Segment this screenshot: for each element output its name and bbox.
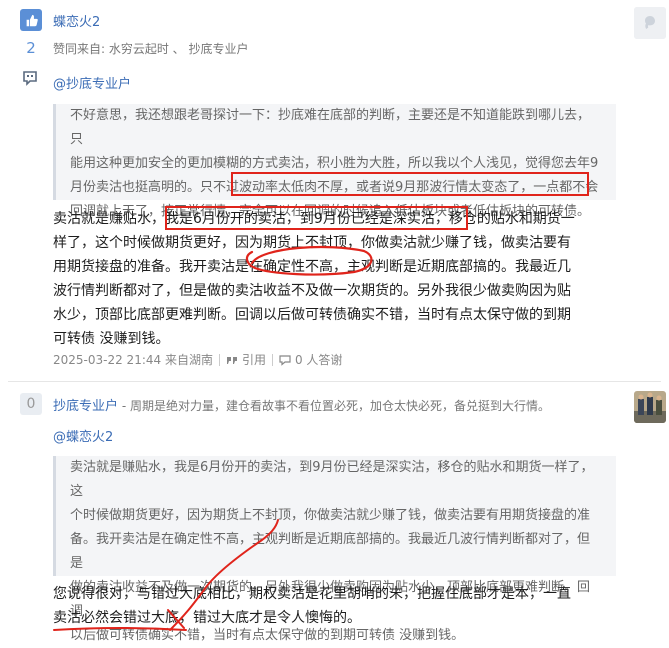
quote-icon (226, 356, 237, 364)
body-line: 您说得很对，与错过大底相比，期权卖沽是花里胡哨的末，把握住底部才是本，一直 (53, 586, 571, 602)
quote-line: 备。我开卖沽是在确定性不高，主观判断是近期底部搞的。我最近几波行情判断都对了，但… (70, 532, 591, 571)
post-body: 您说得很对，与错过大底相比，期权卖沽是花里胡哨的末，把握住底部才是本，一直 卖沽… (53, 582, 633, 630)
thanks-count: 0 人答谢 (294, 353, 343, 367)
quote-line: 卖沽就是赚贴水，我是6月份开的卖沽，到9月份已经是深实沽，移仓的贴水和期货一样了… (70, 460, 594, 499)
quoted-text: 卖沽就是赚贴水，我是6月份开的卖沽，到9月份已经是深实沽，移仓的贴水和期货一样了… (53, 456, 616, 643)
annotation-box (231, 172, 589, 196)
author-signature: - 周期是绝对力量，建仓看故事不看位置必死，加仓太快必死，备兑挺到大行情。 (118, 399, 550, 413)
body-line: 卖沽必然会错过大底，错过大底才是令人懊悔的。 (53, 610, 361, 626)
post-author[interactable]: 蝶恋火2 (53, 11, 100, 30)
body-line: 波行情判断都对了，但是做的卖沽收益不及做一次期货的。另外我很少做卖购因为贴 (53, 283, 571, 299)
upvote-button[interactable]: 0 (20, 393, 42, 415)
mention-link[interactable]: @抄底专业户 (53, 73, 131, 92)
divider (271, 353, 273, 366)
mention-link[interactable]: @蝶恋火2 (53, 426, 113, 445)
quote-action[interactable]: 引用 (226, 351, 266, 368)
avatar[interactable] (634, 391, 666, 423)
quote-label: 引用 (241, 353, 266, 367)
comment-icon[interactable] (22, 70, 38, 90)
annotation-box (165, 206, 468, 230)
body-line: 水少，顶部比底部更难判断。回调以后做可转债确实不错，当时有点太保守做的到期 (53, 307, 571, 323)
quote-line: 不好意思，我还想跟老哥探讨一下：抄底难在底部的判断，主要还是不知道能跌到哪儿去，… (70, 108, 591, 147)
body-line: 可转债 没赚到钱。 (53, 331, 170, 347)
quote-line: 个时候做期货更好，因为期货上不封顶，你做卖沽就少赚了钱，做卖沽要有用期货接盘的准 (70, 508, 591, 523)
vote-count: 2 (26, 39, 36, 57)
post-header: 抄底专业户 - 周期是绝对力量，建仓看故事不看位置必死，加仓太快必死，备兑挺到大… (53, 395, 550, 414)
body-line: 样了，这个时候做期货更好，因为期货上不封顶，你做卖沽就少赚了钱，做卖沽要有 (53, 235, 571, 251)
thanks-action[interactable]: 0 人答谢 (279, 351, 342, 368)
thumb-up-icon (26, 14, 38, 26)
post-timestamp: 2025-03-22 21:44 来自湖南 (53, 353, 213, 367)
vote-count: 0 (26, 396, 36, 412)
likes-line: 赞同来自: 水穷云起时 、 抄底专业户 (53, 42, 249, 56)
avatar[interactable] (634, 7, 666, 39)
post-divider (8, 381, 661, 382)
reply-icon (279, 354, 291, 366)
upvote-button[interactable] (20, 9, 42, 31)
body-line: 用期货接盘的准备。我开卖沽是在确定性不高，主观判断是近期底部搞的。我最近几 (53, 259, 571, 275)
divider (218, 353, 220, 366)
post-author[interactable]: 抄底专业户 (53, 399, 118, 414)
post-footer: 2025-03-22 21:44 来自湖南 引用 0 人答谢 (53, 351, 342, 368)
